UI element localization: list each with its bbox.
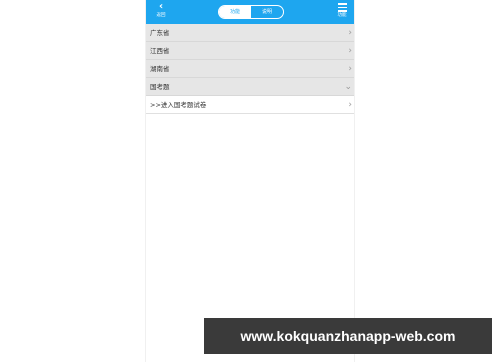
tab-description[interactable]: 说明 [251, 6, 283, 18]
chevron-right-icon: › [348, 46, 352, 56]
chevron-right-icon: › [348, 64, 352, 74]
back-button[interactable]: ‹ 返回 [152, 2, 170, 22]
list-item-label: 湖南省 [150, 65, 170, 73]
list-item-label: 国考题 [150, 83, 170, 91]
menu-button[interactable]: 功能 [334, 2, 350, 22]
list-item-label: 江西省 [150, 47, 170, 55]
chevron-down-icon: ⌄ [344, 82, 352, 92]
list-item-label: 广东省 [150, 29, 170, 37]
watermark: www.kokquanzhanapp-web.com [204, 318, 492, 354]
list-item-label: >>进入国考题试卷 [150, 101, 207, 109]
hamburger-icon [337, 3, 347, 12]
chevron-right-icon: › [348, 28, 352, 38]
list-item-guangdong[interactable]: 广东省 › [146, 24, 354, 42]
phone-screen: ‹ 返回 功能 说明 功能 广东省 › 江西省 › 湖南省 › 国考题 ⌄ >>… [145, 0, 355, 362]
left-margin [0, 0, 145, 362]
chevron-right-icon: › [348, 100, 352, 110]
tab-function[interactable]: 功能 [219, 6, 251, 18]
menu-label: 功能 [337, 13, 347, 18]
list-item-national-exam[interactable]: 国考题 ⌄ [146, 78, 354, 96]
segmented-control: 功能 说明 [218, 5, 284, 19]
back-label: 返回 [156, 13, 166, 18]
region-list: 广东省 › 江西省 › 湖南省 › 国考题 ⌄ >>进入国考题试卷 › [146, 24, 354, 114]
top-bar: ‹ 返回 功能 说明 功能 [146, 0, 354, 24]
chevron-left-icon: ‹ [158, 1, 164, 12]
list-item-enter-national-exam[interactable]: >>进入国考题试卷 › [146, 96, 354, 114]
list-item-jiangxi[interactable]: 江西省 › [146, 42, 354, 60]
right-margin [355, 0, 500, 362]
list-item-hunan[interactable]: 湖南省 › [146, 60, 354, 78]
